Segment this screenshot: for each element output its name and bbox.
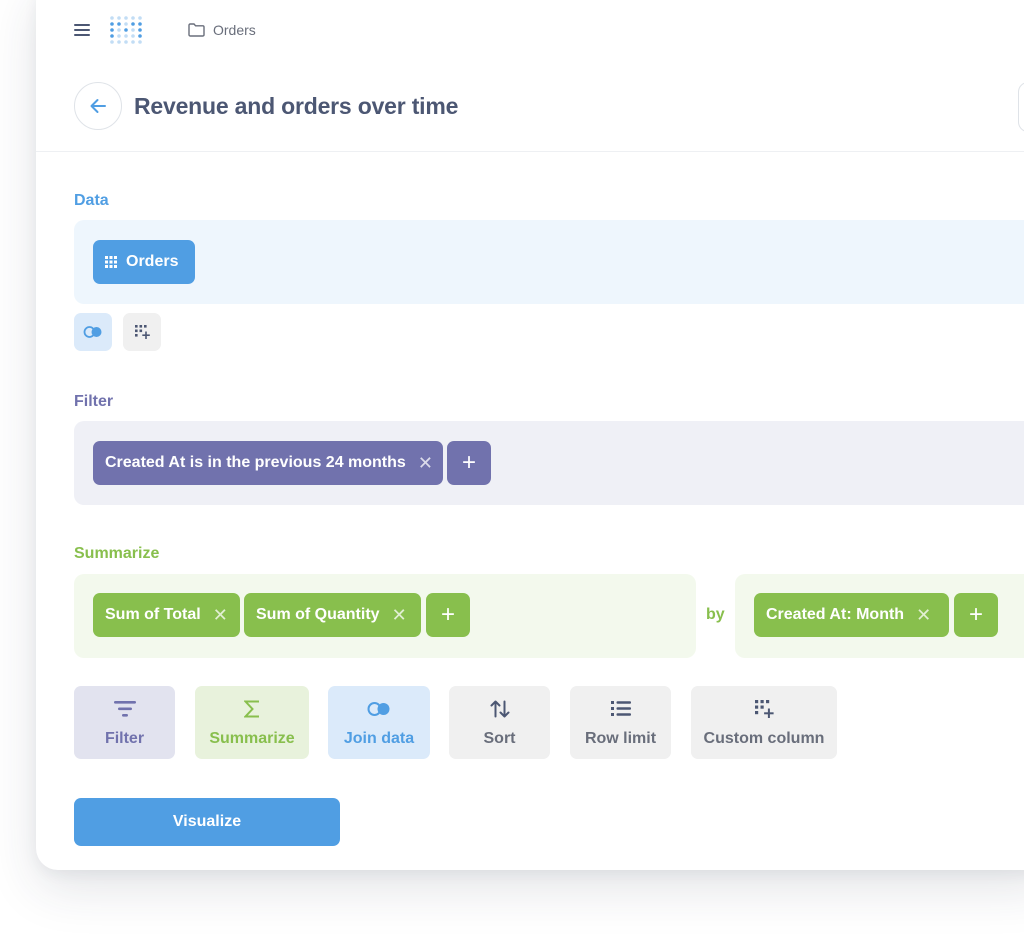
filter-pill-label: Created At is in the previous 24 months (105, 454, 406, 471)
join-icon (367, 701, 390, 716)
data-source-pill[interactable]: Orders (93, 240, 195, 284)
arrow-left-icon (90, 99, 106, 113)
metric-pill[interactable]: Sum of Total ✕ (93, 593, 240, 637)
data-step-panel (74, 220, 1024, 304)
custom-column-icon (135, 325, 150, 339)
header-divider (36, 151, 1024, 152)
summarize-action-button[interactable]: Summarize (195, 686, 309, 759)
close-icon[interactable]: ✕ (392, 605, 407, 626)
breakout-pill[interactable]: Created At: Month ✕ (754, 593, 949, 637)
breadcrumb-label[interactable]: Orders (213, 22, 256, 38)
screen: Orders Revenue and orders over time Data… (0, 0, 1024, 944)
data-source-label: Orders (126, 253, 179, 270)
summarize-action-label: Summarize (209, 729, 295, 747)
breakout-pill-label: Created At: Month (766, 606, 905, 623)
data-section-label: Data (74, 192, 109, 209)
sort-action-label: Sort (483, 729, 516, 747)
filter-pill[interactable]: Created At is in the previous 24 months … (93, 441, 443, 485)
row-limit-action-button[interactable]: Row limit (570, 686, 671, 759)
page-title: Revenue and orders over time (134, 93, 459, 119)
close-icon[interactable]: ✕ (916, 605, 931, 626)
sort-icon (490, 700, 509, 717)
custom-column-action-button[interactable]: Custom column (691, 686, 837, 759)
custom-column-icon (755, 699, 774, 718)
add-filter-button[interactable]: + (447, 441, 491, 485)
join-data-action-label: Join data (343, 729, 415, 747)
add-breakout-button[interactable]: + (954, 593, 998, 637)
add-metric-button[interactable]: + (426, 593, 470, 637)
by-label: by (706, 606, 725, 623)
sort-action-button[interactable]: Sort (449, 686, 550, 759)
metric-pill-label: Sum of Total (105, 606, 201, 623)
visualize-button[interactable]: Visualize (74, 798, 340, 846)
filter-section-label: Filter (74, 393, 114, 410)
list-icon (610, 701, 631, 716)
filter-action-button[interactable]: Filter (74, 686, 175, 759)
folder-icon (188, 23, 205, 37)
join-data-action-button[interactable]: Join data (328, 686, 430, 759)
row-limit-action-label: Row limit (584, 729, 657, 747)
hamburger-menu-icon[interactable] (74, 24, 90, 38)
close-icon[interactable]: ✕ (213, 605, 228, 626)
metric-pill-label: Sum of Quantity (256, 606, 380, 623)
close-icon[interactable]: ✕ (418, 453, 433, 474)
filter-action-label: Filter (104, 729, 145, 747)
header-action-button[interactable] (1018, 82, 1024, 132)
add-custom-column-step-button[interactable] (123, 313, 161, 351)
grid-icon (105, 256, 117, 268)
sigma-icon (244, 700, 259, 717)
custom-column-action-label: Custom column (703, 729, 825, 747)
breadcrumb[interactable]: Orders (188, 22, 256, 38)
add-join-step-button[interactable] (74, 313, 112, 351)
back-button[interactable] (74, 82, 122, 130)
metabase-logo-icon[interactable] (108, 13, 144, 49)
join-icon (83, 326, 102, 338)
summarize-section-label: Summarize (74, 545, 160, 562)
metric-pill[interactable]: Sum of Quantity ✕ (244, 593, 421, 637)
filter-icon (113, 700, 136, 717)
